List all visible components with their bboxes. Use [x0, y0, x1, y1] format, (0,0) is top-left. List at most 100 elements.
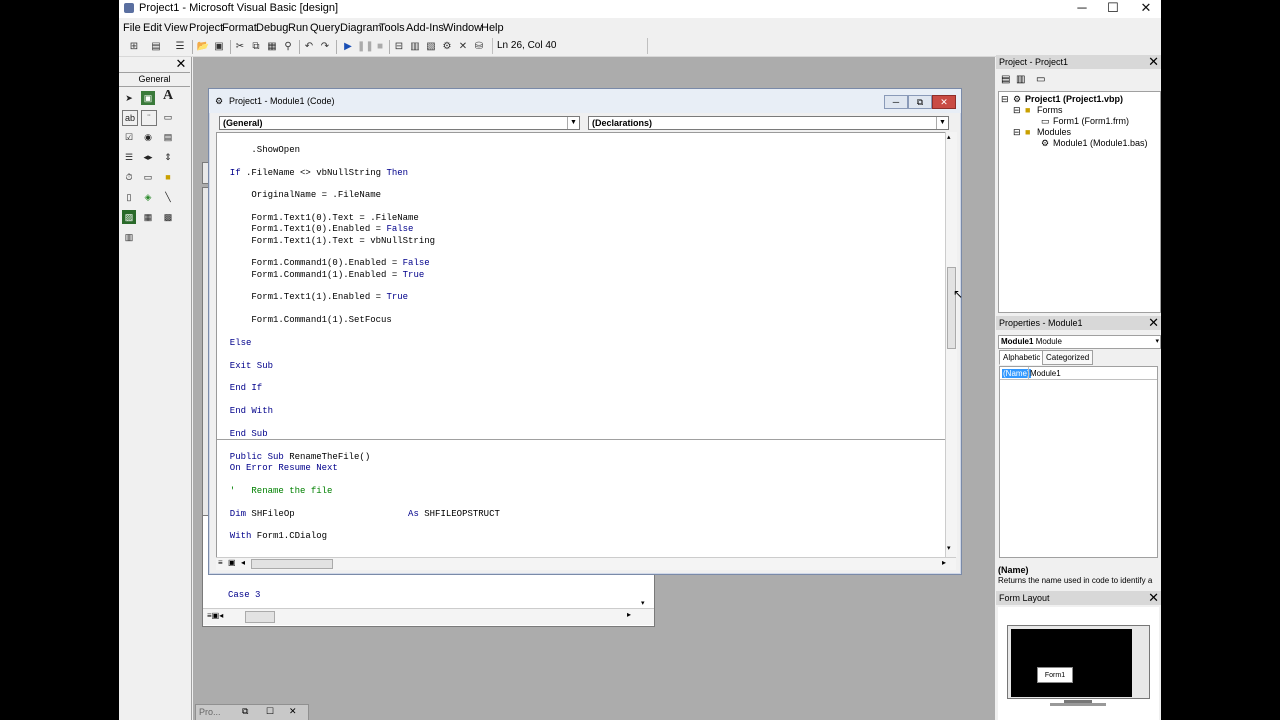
toolbox-tab-general[interactable]: General	[119, 72, 190, 87]
cut-icon[interactable]: ✂	[233, 40, 247, 54]
toolbox-close-icon[interactable]: ✕	[174, 57, 188, 71]
tree-item-forms[interactable]: Forms	[1037, 105, 1063, 115]
commondialog-tool-icon[interactable]: ▥	[122, 230, 136, 244]
pointer-tool-icon[interactable]: ➤	[122, 91, 136, 105]
hscrollbar-tool-icon[interactable]: ◂▸	[141, 150, 155, 164]
tree-item-module1[interactable]: Module1 (Module1.bas)	[1053, 138, 1148, 148]
scroll-up-icon[interactable]: ▴	[947, 133, 951, 141]
tree-expand-icon[interactable]: ⊟	[1013, 127, 1021, 138]
menu-editor-icon[interactable]: ☰	[173, 40, 187, 54]
save-project-icon[interactable]: ▣	[212, 40, 226, 54]
menu-query[interactable]: Query	[310, 22, 340, 34]
add-form-icon[interactable]: ▤	[149, 40, 163, 54]
timer-tool-icon[interactable]: ⏱	[122, 170, 136, 184]
dirlistbox-tool-icon[interactable]: ■	[161, 170, 175, 184]
project-explorer-close-icon[interactable]: ✕	[1148, 55, 1159, 68]
minimize-button[interactable]: ─	[1065, 0, 1099, 18]
listbox-tool-icon[interactable]: ☰	[122, 150, 136, 164]
properties-close-icon[interactable]: ✕	[1148, 316, 1159, 329]
properties-window-icon[interactable]: ▥	[408, 40, 422, 54]
ole-tool-icon[interactable]: ▩	[161, 210, 175, 224]
scroll-right-icon[interactable]: ▸	[627, 610, 631, 619]
tab-categorized[interactable]: Categorized	[1042, 350, 1094, 365]
form-layout-close-icon[interactable]: ✕	[1148, 591, 1159, 604]
horizontal-scrollbar[interactable]: ≡ ▣ ◂ ▸	[216, 557, 956, 570]
vscrollbar-tool-icon[interactable]: ⇕	[161, 150, 175, 164]
view-object-icon[interactable]: ▥	[1016, 74, 1025, 85]
filelistbox-tool-icon[interactable]: ▯	[122, 190, 136, 204]
scroll-thumb[interactable]	[245, 611, 275, 623]
data-view-icon[interactable]: ⛁	[472, 40, 486, 54]
data-tool-icon[interactable]: ▦	[141, 210, 155, 224]
horizontal-scrollbar[interactable]: ≡▣◂ ▸	[203, 608, 654, 625]
scroll-thumb[interactable]	[947, 267, 956, 349]
find-icon[interactable]: ⚲	[281, 40, 295, 54]
menu-edit[interactable]: Edit	[143, 22, 162, 34]
menu-window[interactable]: Window	[443, 22, 482, 34]
copy-icon[interactable]: ⧉	[249, 40, 263, 54]
restore-icon[interactable]: ⧉	[242, 706, 248, 717]
tab-alphabetic[interactable]: Alphabetic	[999, 350, 1045, 365]
chevron-down-icon[interactable]: ▼	[567, 117, 579, 129]
close-button[interactable]: ✕	[1129, 0, 1161, 18]
frame-tool-icon[interactable]: ¨	[141, 110, 157, 126]
combobox-tool-icon[interactable]: ▤	[161, 130, 175, 144]
drivelistbox-tool-icon[interactable]: ▭	[141, 170, 155, 184]
shape-tool-icon[interactable]: ◈	[141, 190, 155, 204]
close-icon[interactable]: ✕	[289, 706, 297, 717]
property-value-cell[interactable]: Module1	[1030, 369, 1061, 378]
scroll-down-icon[interactable]: ▾	[947, 544, 951, 552]
undo-icon[interactable]: ↶	[302, 40, 316, 54]
line-tool-icon[interactable]: ╲	[161, 190, 175, 204]
scroll-right-icon[interactable]: ▸	[942, 558, 946, 567]
paste-icon[interactable]: ▦	[265, 40, 279, 54]
maximize-button[interactable]: ☐	[1096, 0, 1130, 18]
chevron-down-icon[interactable]: ▼	[936, 117, 948, 129]
menu-debug[interactable]: Debug	[256, 22, 288, 34]
project-explorer-icon[interactable]: ⊟	[392, 40, 406, 54]
image-tool-icon[interactable]: ▨	[122, 210, 136, 224]
code-editor[interactable]: .ShowOpen If .FileName <> vbNullString T…	[216, 132, 947, 559]
tree-item-modules[interactable]: Modules	[1037, 127, 1071, 137]
form-layout-icon[interactable]: ▧	[424, 40, 438, 54]
property-name-cell[interactable]: (Name)	[1002, 369, 1031, 378]
tree-item-project[interactable]: Project1 (Project1.vbp)	[1025, 94, 1123, 104]
menu-help[interactable]: Help	[481, 22, 504, 34]
object-browser-icon[interactable]: ⚙	[440, 40, 454, 54]
scroll-down-icon[interactable]: ▾	[641, 599, 645, 607]
menu-run[interactable]: Run	[288, 22, 308, 34]
redo-icon[interactable]: ↷	[318, 40, 332, 54]
open-project-icon[interactable]: 📂	[196, 40, 210, 54]
menu-tools[interactable]: Tools	[379, 22, 405, 34]
tree-item-form1[interactable]: Form1 (Form1.frm)	[1053, 116, 1129, 126]
full-module-view-icon[interactable]: ▣	[228, 558, 236, 567]
tree-expand-icon[interactable]: ⊟	[1001, 94, 1009, 105]
scroll-left-icon[interactable]: ◂	[241, 558, 245, 567]
textbox-tool-icon[interactable]: ab	[122, 110, 138, 126]
chevron-down-icon[interactable]: ▾	[1155, 336, 1159, 348]
view-toggle-icon[interactable]: ≡▣◂	[207, 611, 223, 620]
vertical-scrollbar[interactable]: ▴ ▾	[945, 132, 957, 557]
maximize-icon[interactable]: ☐	[266, 706, 274, 717]
menu-file[interactable]: File	[123, 22, 141, 34]
object-combo[interactable]: (General) ▼	[219, 116, 580, 130]
add-project-icon[interactable]: ⊞	[127, 40, 141, 54]
menu-diagram[interactable]: Diagram	[340, 22, 382, 34]
view-code-icon[interactable]: ▤	[1001, 74, 1010, 85]
form1-preview[interactable]: Form1	[1037, 667, 1073, 683]
picturebox-tool-icon[interactable]: ▣	[141, 91, 155, 105]
code-window-restore-button[interactable]: ⧉	[908, 95, 932, 109]
optionbutton-tool-icon[interactable]: ◉	[141, 130, 155, 144]
procedure-combo[interactable]: (Declarations) ▼	[588, 116, 949, 130]
break-icon[interactable]: ❚❚	[357, 40, 374, 54]
scroll-thumb[interactable]	[251, 559, 333, 569]
minimized-window[interactable]: Pro... ⧉ ☐ ✕	[195, 704, 309, 720]
tree-expand-icon[interactable]: ⊟	[1013, 105, 1021, 116]
checkbox-tool-icon[interactable]: ☑	[122, 130, 136, 144]
code-window-minimize-button[interactable]: ─	[884, 95, 908, 109]
menu-view[interactable]: View	[164, 22, 188, 34]
object-selector[interactable]: Module1 Module ▾	[998, 335, 1161, 349]
code-window-close-button[interactable]: ✕	[932, 95, 956, 109]
code-window-titlebar[interactable]: ⚙ Project1 - Module1 (Code) ─ ⧉ ✕	[209, 89, 961, 113]
toolbox-icon[interactable]: ✕	[456, 40, 470, 54]
